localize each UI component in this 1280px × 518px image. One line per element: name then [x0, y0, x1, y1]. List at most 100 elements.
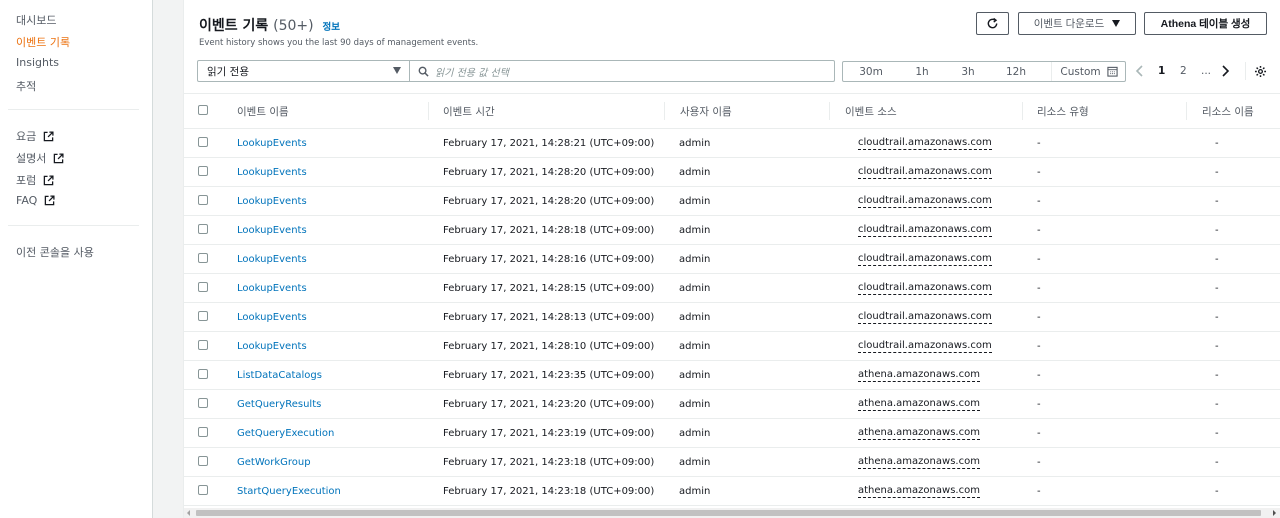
column-divider [829, 102, 830, 120]
event-source[interactable]: cloudtrail.amazonaws.com [858, 332, 992, 360]
sidebar-link-docs[interactable]: 설명서 [16, 150, 64, 166]
sidebar-link-label: 요금 [16, 130, 37, 143]
event-source[interactable]: cloudtrail.amazonaws.com [858, 274, 992, 302]
event-name-link[interactable]: LookupEvents [237, 245, 307, 273]
scroll-left-icon[interactable] [187, 510, 190, 516]
range-option-30m[interactable]: 30m [843, 62, 899, 81]
row-checkbox[interactable] [198, 253, 208, 263]
sidebar-link-pricing[interactable]: 요금 [16, 128, 54, 144]
search-input[interactable]: 읽기 전용 값 선택 [410, 60, 835, 82]
select-all-checkbox[interactable] [198, 105, 208, 115]
row-checkbox[interactable] [198, 195, 208, 205]
event-name-link[interactable]: StartQueryExecution [237, 477, 341, 505]
search-icon [418, 66, 429, 77]
sidebar-link-forum[interactable]: 포럼 [16, 172, 54, 188]
preferences-button[interactable] [1245, 62, 1267, 80]
resource-name: - [1215, 427, 1219, 439]
row-checkbox[interactable] [198, 456, 208, 466]
scrollbar-thumb[interactable] [196, 510, 1261, 516]
event-time: February 17, 2021, 14:23:35 (UTC+09:00) [443, 369, 655, 381]
event-source-text: cloudtrail.amazonaws.com [858, 136, 992, 150]
column-divider [1186, 102, 1187, 120]
event-name-link[interactable]: GetQueryExecution [237, 419, 334, 447]
row-checkbox[interactable] [198, 369, 208, 379]
event-name-link[interactable]: LookupEvents [237, 303, 307, 331]
event-name-link[interactable]: LookupEvents [237, 129, 307, 157]
column-header-user-name[interactable]: 사용자 이름 [680, 94, 732, 128]
column-header-event-source[interactable]: 이벤트 소스 [845, 94, 897, 128]
row-checkbox[interactable] [198, 166, 208, 176]
create-athena-table-button[interactable]: Athena 테이블 생성 [1144, 12, 1267, 35]
event-source[interactable]: cloudtrail.amazonaws.com [858, 303, 992, 331]
row-checkbox[interactable] [198, 311, 208, 321]
search-placeholder: 읽기 전용 값 선택 [435, 67, 509, 79]
event-source[interactable]: cloudtrail.amazonaws.com [858, 187, 992, 215]
event-name-link[interactable]: ListDataCatalogs [237, 361, 322, 389]
table-row: GetQueryResults February 17, 2021, 14:23:… [184, 390, 1280, 419]
event-source[interactable]: athena.amazonaws.com [858, 390, 980, 418]
range-option-12h[interactable]: 12h [991, 62, 1041, 81]
event-time: February 17, 2021, 14:23:19 (UTC+09:00) [443, 427, 655, 439]
sidebar-item-insights[interactable]: Insights [16, 56, 59, 69]
page-title-text: 이벤트 기록 [199, 18, 269, 34]
event-source[interactable]: athena.amazonaws.com [858, 419, 980, 447]
info-link[interactable]: 정보 [323, 22, 340, 33]
range-option-1h[interactable]: 1h [899, 62, 945, 81]
event-source[interactable]: athena.amazonaws.com [858, 361, 980, 389]
external-link-icon [43, 130, 54, 141]
user-name: admin [679, 456, 711, 468]
refresh-button[interactable] [976, 12, 1009, 35]
resource-type: - [1037, 137, 1041, 149]
user-name: admin [679, 427, 711, 439]
prev-page-button[interactable] [1135, 62, 1144, 80]
page-1-button[interactable]: 1 [1158, 62, 1165, 80]
event-source-text: cloudtrail.amazonaws.com [858, 339, 992, 353]
attribute-select[interactable]: 읽기 전용 [197, 60, 410, 82]
event-name-link[interactable]: GetWorkGroup [237, 448, 311, 476]
horizontal-scrollbar[interactable] [184, 508, 1280, 518]
range-option-custom[interactable]: Custom [1051, 62, 1126, 81]
column-header-event-name[interactable]: 이벤트 이름 [237, 94, 289, 128]
event-source[interactable]: cloudtrail.amazonaws.com [858, 129, 992, 157]
user-name: admin [679, 340, 711, 352]
row-checkbox[interactable] [198, 427, 208, 437]
column-header-event-time[interactable]: 이벤트 시간 [443, 94, 495, 128]
sidebar-item-dashboard[interactable]: 대시보드 [16, 12, 56, 28]
range-option-3h[interactable]: 3h [945, 62, 991, 81]
event-name-link[interactable]: LookupEvents [237, 158, 307, 186]
scroll-right-icon[interactable] [1273, 510, 1276, 516]
event-source[interactable]: cloudtrail.amazonaws.com [858, 245, 992, 273]
row-checkbox[interactable] [198, 398, 208, 408]
sidebar-link-label: 설명서 [16, 152, 47, 165]
row-checkbox[interactable] [198, 340, 208, 350]
user-name: admin [679, 311, 711, 323]
event-source[interactable]: athena.amazonaws.com [858, 448, 980, 476]
row-checkbox[interactable] [198, 485, 208, 495]
event-name-link[interactable]: LookupEvents [237, 274, 307, 302]
sidebar-item-legacy-console[interactable]: 이전 콘솔을 사용 [16, 244, 94, 260]
table-row: LookupEvents February 17, 2021, 14:28:13 … [184, 303, 1280, 332]
sidebar-link-faq[interactable]: FAQ [16, 194, 55, 207]
event-source[interactable]: cloudtrail.amazonaws.com [858, 158, 992, 186]
event-source[interactable]: athena.amazonaws.com [858, 477, 980, 505]
row-checkbox[interactable] [198, 137, 208, 147]
column-header-resource-type[interactable]: 리소스 유형 [1037, 94, 1089, 128]
event-name-link[interactable]: LookupEvents [237, 332, 307, 360]
column-header-resource-name[interactable]: 리소스 이름 [1202, 94, 1254, 128]
row-checkbox[interactable] [198, 224, 208, 234]
event-name-link[interactable]: GetQueryResults [237, 390, 321, 418]
sidebar-item-trails[interactable]: 추적 [16, 78, 36, 94]
event-source[interactable]: cloudtrail.amazonaws.com [858, 216, 992, 244]
download-events-button[interactable]: 이벤트 다운로드 [1018, 12, 1136, 35]
event-time: February 17, 2021, 14:23:18 (UTC+09:00) [443, 485, 655, 497]
event-name-link[interactable]: LookupEvents [237, 216, 307, 244]
time-range-selector: 30m 1h 3h 12h Custom [842, 61, 1126, 82]
event-name-link[interactable]: LookupEvents [237, 187, 307, 215]
next-page-button[interactable] [1221, 62, 1230, 80]
column-divider [664, 102, 665, 120]
sidebar-item-event-history[interactable]: 이벤트 기록 [16, 34, 70, 50]
page-2-button[interactable]: 2 [1180, 62, 1187, 80]
row-checkbox[interactable] [198, 282, 208, 292]
event-source-text: athena.amazonaws.com [858, 368, 980, 382]
sidebar-divider [8, 225, 139, 226]
